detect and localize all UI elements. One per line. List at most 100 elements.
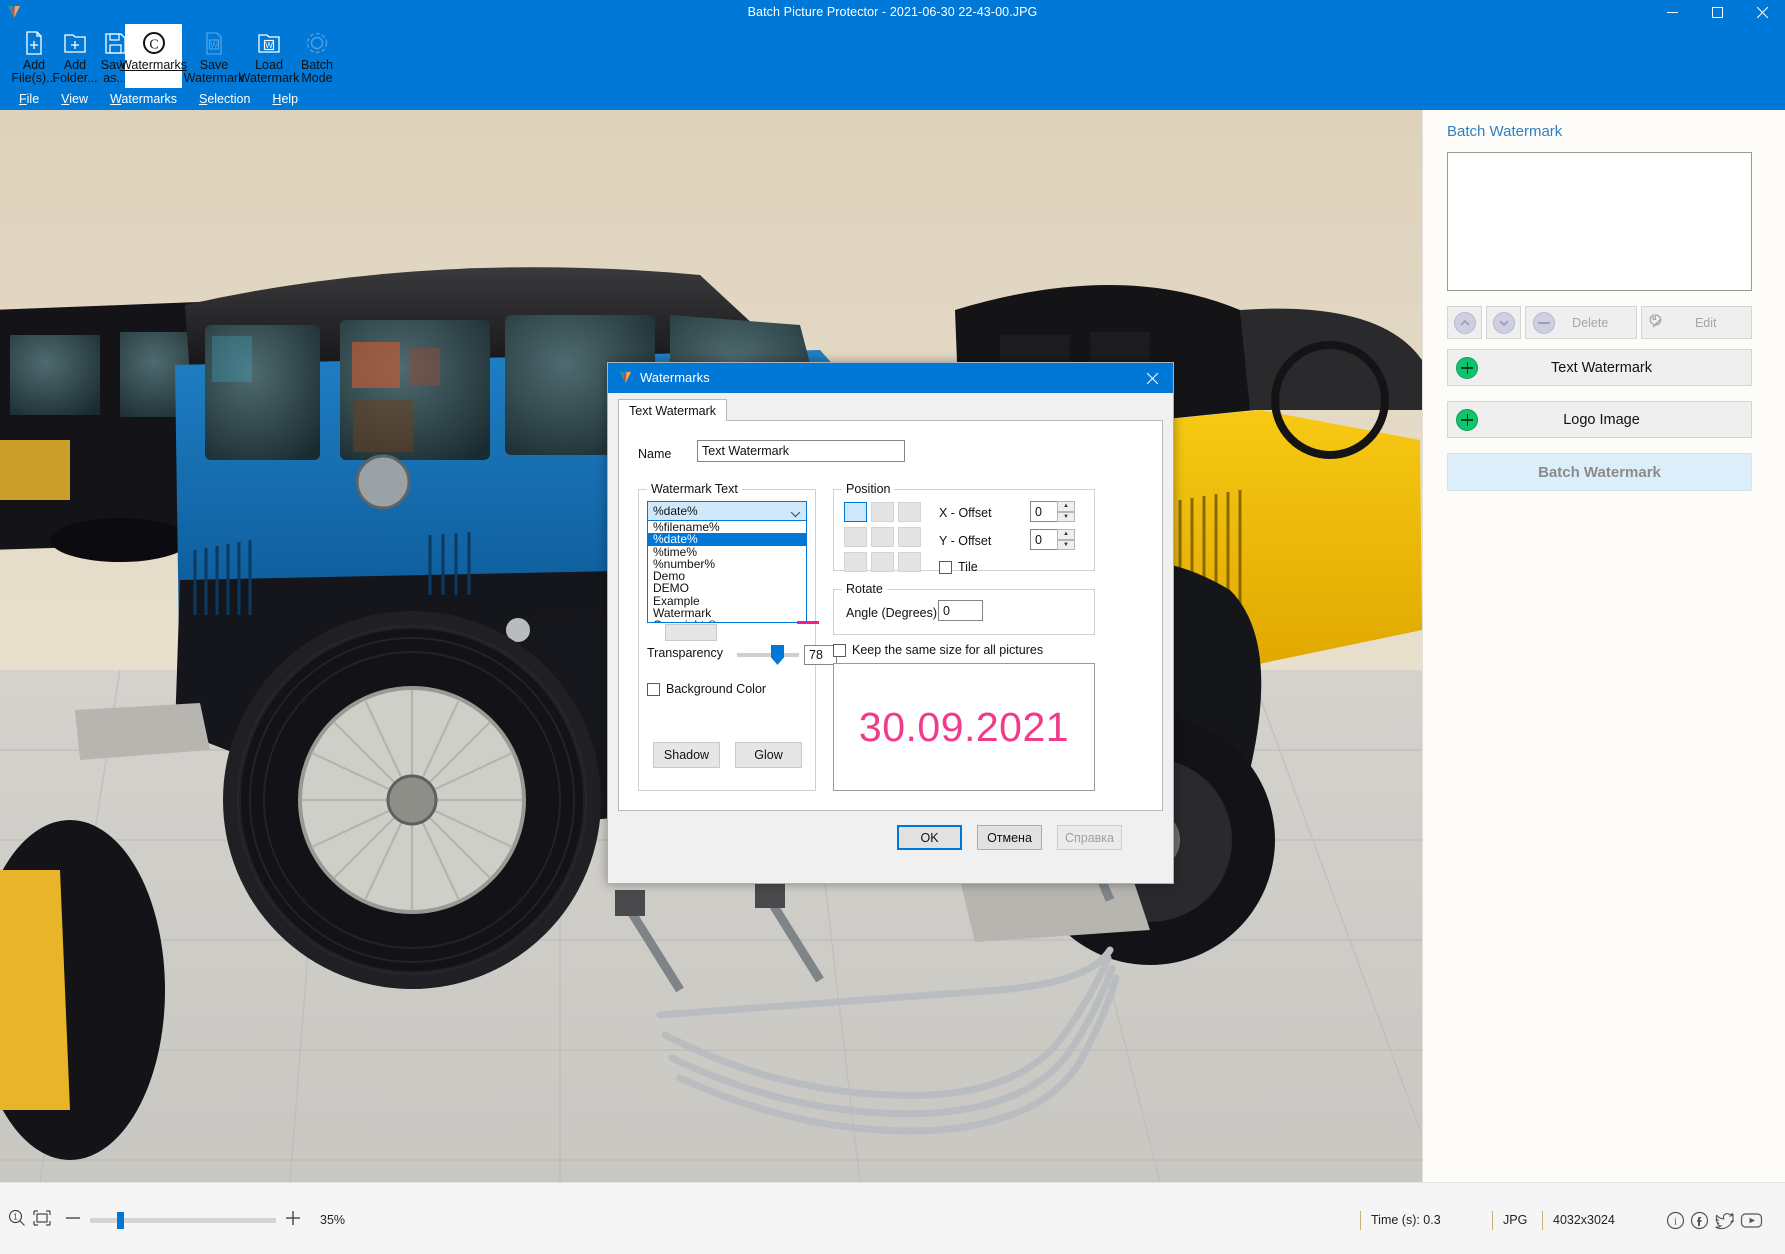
zoom-slider[interactable] [90,1218,276,1223]
logo-image-row: Logo Image [1423,401,1785,438]
file-plus-icon [19,29,49,57]
help-button[interactable]: Справка [1057,825,1122,850]
keep-size-checkbox-row[interactable]: Keep the same size for all pictures [833,643,1043,657]
toolbar-button-watermarks[interactable]: C Watermarks [125,24,182,88]
angle-label: Angle (Degrees) [846,606,937,620]
toolbar-button-save-watermark[interactable]: W Save Watermark [185,24,243,88]
y-offset-label: Y - Offset [939,534,991,548]
watermarks-dialog: Watermarks Text Watermark Name Watermark… [607,362,1174,884]
svg-text:C: C [149,38,158,53]
position-cell-bottom-left[interactable] [844,552,867,572]
zoom-out-icon[interactable] [64,1209,82,1232]
position-cell-middle-left[interactable] [844,527,867,547]
watermark-text-dropdown-list[interactable]: %filename% %date% %time% %number% Demo D… [647,521,807,623]
zoom-slider-thumb[interactable] [117,1212,124,1229]
background-color-checkbox[interactable] [647,683,660,696]
maximize-button[interactable] [1695,0,1740,24]
y-offset-spin-buttons[interactable]: ▲ ▼ [1057,529,1075,550]
ok-button[interactable]: ОK [897,825,962,850]
watermark-text-group-label: Watermark Text [647,482,742,496]
spin-up-icon[interactable]: ▲ [1057,529,1075,540]
right-panel-title: Batch Watermark [1447,123,1562,140]
delete-label: Delete [1561,316,1636,330]
tile-checkbox-row[interactable]: Tile [939,560,978,574]
spin-up-icon[interactable]: ▲ [1057,501,1075,512]
dropdown-option[interactable]: Copyright © [648,619,806,623]
close-button[interactable] [1740,0,1785,24]
svg-text:i: i [1674,1217,1677,1228]
move-up-button[interactable] [1447,306,1482,339]
watermark-text-combobox[interactable]: %date% [647,501,807,521]
spin-down-icon[interactable]: ▼ [1057,512,1075,523]
background-color-checkbox-row[interactable]: Background Color [647,682,766,696]
app-logo-icon [618,370,633,385]
add-logo-image-button[interactable]: Logo Image [1447,401,1752,438]
name-input[interactable] [697,440,905,462]
dialog-title: Watermarks [640,363,710,393]
toolbar-button-batch-mode[interactable]: Batch Mode [288,24,346,88]
menu-bar: FFileile View Watermarks Selection Help [0,88,1785,110]
youtube-icon[interactable] [1740,1211,1763,1235]
dialog-close-button[interactable] [1131,363,1173,393]
svg-text:W: W [265,41,273,50]
position-cell-bottom-right[interactable] [898,552,921,572]
gear-icon [302,29,332,57]
menu-item-view[interactable]: View [50,90,99,108]
twitter-icon[interactable] [1714,1211,1735,1235]
tile-checkbox[interactable] [939,561,952,574]
position-cell-middle-right[interactable] [898,527,921,547]
glow-button[interactable]: Glow [735,742,802,768]
svg-text:W: W [210,41,218,50]
w-folder-icon: W [254,29,284,57]
dialog-footer: ОK Отмена Справка [608,825,1173,865]
zoom-actual-size-icon[interactable]: 1 [8,1209,26,1232]
watermark-text-group: Watermark Text %date% %filename% %date% … [638,489,816,791]
transparency-slider-track[interactable] [737,653,799,657]
color-swatch[interactable] [797,621,819,624]
wrench-icon [1649,311,1671,334]
minimize-button[interactable] [1650,0,1695,24]
spin-down-icon[interactable]: ▼ [1057,540,1075,551]
menu-item-watermarks[interactable]: Watermarks [99,90,188,108]
angle-input[interactable] [938,600,983,621]
add-text-watermark-button[interactable]: Text Watermark [1447,349,1752,386]
x-offset-spinner[interactable]: 0 ▲ ▼ [1030,501,1075,522]
dialog-body: Name Watermark Text %date% %filename% %d… [618,421,1163,811]
position-cell-top-center[interactable] [871,502,894,522]
right-panel: Batch Watermark Delete [1422,110,1785,1182]
minus-circle-icon [1533,312,1555,334]
info-icon[interactable]: i [1666,1211,1685,1235]
dialog-title-bar: Watermarks [608,363,1173,393]
watermark-list[interactable] [1447,152,1752,291]
status-time: Time (s): 0.3 [1360,1211,1510,1230]
zoom-fit-icon[interactable] [32,1209,52,1232]
y-offset-spinner[interactable]: 0 ▲ ▼ [1030,529,1075,550]
dropdown-option-selected[interactable]: %date% [648,533,806,545]
batch-watermark-button[interactable]: Batch Watermark [1447,453,1752,491]
menu-item-help[interactable]: Help [261,90,309,108]
dropdown-option[interactable]: DEMO [648,582,806,594]
position-group: Position X - Offset Y - Offset 0 [833,489,1095,571]
delete-watermark-button[interactable]: Delete [1525,306,1637,339]
position-cell-top-left[interactable] [844,502,867,522]
x-offset-spin-buttons[interactable]: ▲ ▼ [1057,501,1075,522]
watermark-preview: 30.09.2021 [833,663,1095,791]
keep-size-checkbox[interactable] [833,644,846,657]
tab-text-watermark[interactable]: Text Watermark [618,399,727,422]
transparency-slider-thumb[interactable] [771,645,784,665]
move-down-button[interactable] [1486,306,1521,339]
shadow-button[interactable]: Shadow [653,742,720,768]
facebook-icon[interactable] [1690,1211,1709,1235]
w-document-icon: W [199,29,229,57]
y-offset-value: 0 [1035,533,1042,547]
position-cell-bottom-center[interactable] [871,552,894,572]
menu-item-file[interactable]: FFileile [8,90,50,108]
font-button[interactable] [665,624,717,641]
edit-watermark-button[interactable]: Edit [1641,306,1753,339]
title-bar: Batch Picture Protector - 2021-06-30 22-… [0,0,1785,24]
zoom-in-icon[interactable] [284,1209,302,1232]
menu-item-selection[interactable]: Selection [188,90,261,108]
cancel-button[interactable]: Отмена [977,825,1042,850]
position-cell-top-right[interactable] [898,502,921,522]
position-cell-middle-center[interactable] [871,527,894,547]
